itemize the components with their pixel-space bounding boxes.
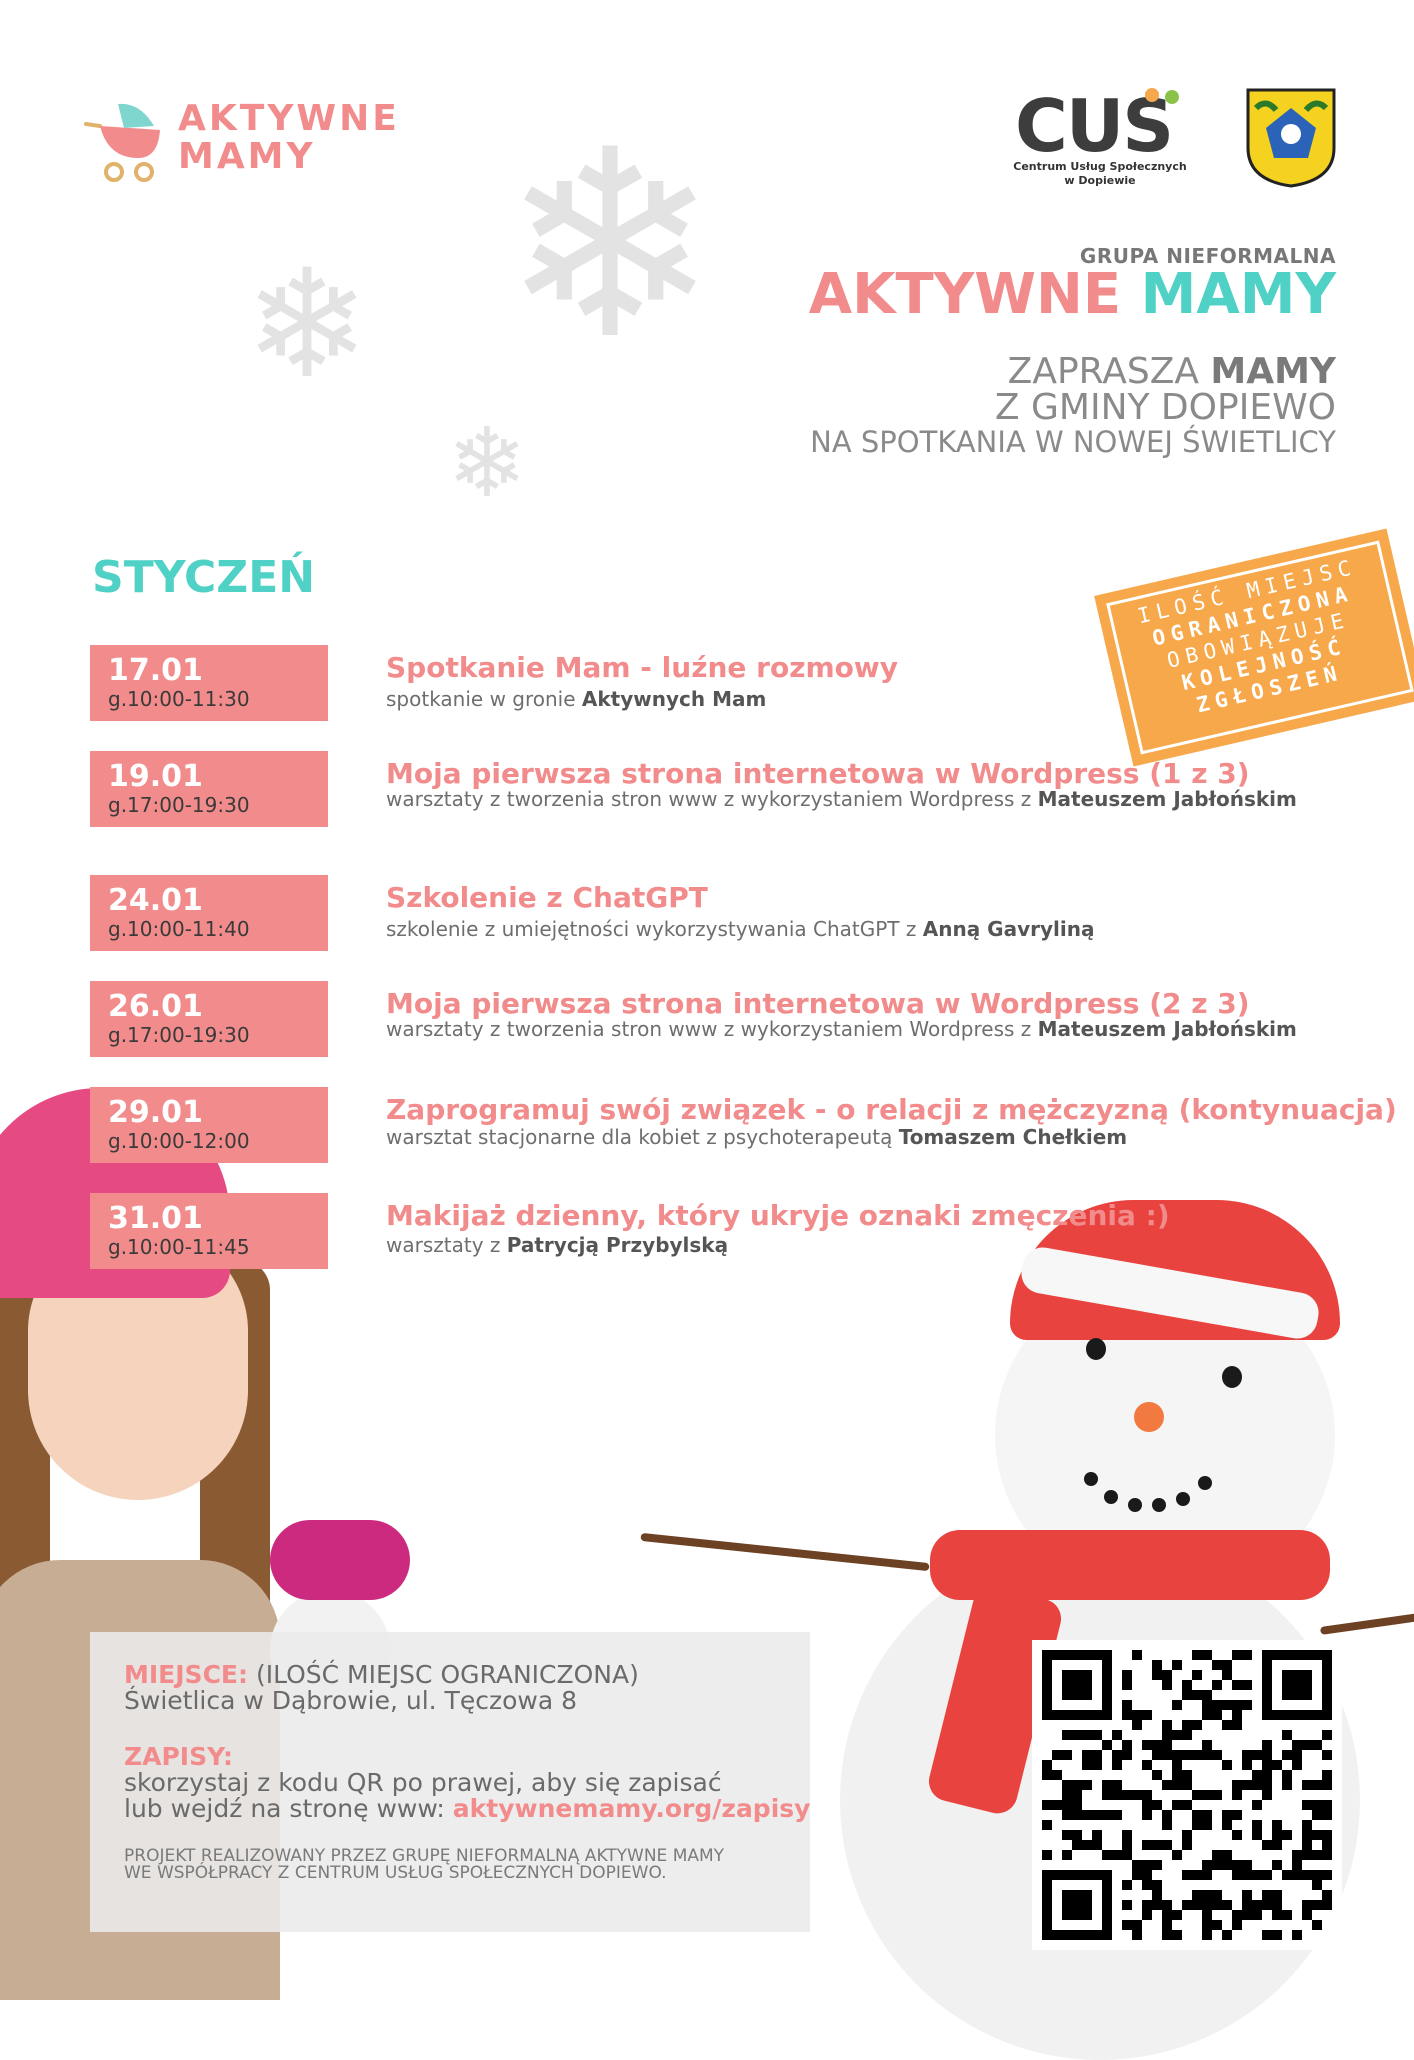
event-description: spotkanie w gronie Aktywnych Mam bbox=[386, 687, 767, 711]
logo-text: AKTYWNE MAMY bbox=[178, 100, 400, 176]
event-title: Moja pierwsza strona internetowa w Wordp… bbox=[386, 987, 1250, 1020]
event-time: g.17:00-19:30 bbox=[108, 793, 250, 817]
logo-line-2: MAMY bbox=[178, 136, 316, 177]
event-row: 29.01 g.10:00-12:00 Zaprogramuj swój zwi… bbox=[90, 1087, 1397, 1165]
snowman-nose bbox=[1134, 1402, 1164, 1432]
cus-subtitle: Centrum Usług Społecznych w Dopiewie bbox=[1013, 160, 1187, 187]
event-date-box: 31.01 g.10:00-11:45 bbox=[90, 1193, 328, 1269]
logo bbox=[78, 96, 168, 186]
snowflake-medium-icon: ❄ bbox=[244, 238, 370, 412]
glove bbox=[270, 1520, 410, 1600]
snowman-mouth-dot bbox=[1084, 1472, 1098, 1486]
snowman-mouth-dot bbox=[1198, 1476, 1212, 1490]
event-date: 29.01 bbox=[108, 1095, 203, 1130]
snowman-mouth-dot bbox=[1128, 1498, 1142, 1512]
snowman-mouth-dot bbox=[1176, 1492, 1190, 1506]
snowflake-small-icon: ❄ bbox=[446, 407, 528, 519]
title-word-1: AKTYWNE bbox=[808, 262, 1122, 327]
signup-label: ZAPISY: bbox=[124, 1742, 234, 1771]
event-title: Makijaż dzienny, który ukryje oznaki zmę… bbox=[386, 1199, 1170, 1232]
place-value: Świetlica w Dąbrowie, ul. Tęczowa 8 bbox=[124, 1686, 577, 1715]
info-panel: MIEJSCE: (ILOŚĆ MIEJSC OGRANICZONA) Świe… bbox=[90, 1632, 810, 1932]
gmina-crest-icon bbox=[1246, 88, 1336, 188]
event-time: g.10:00-11:45 bbox=[108, 1235, 250, 1259]
project-footer: PROJEKT REALIZOWANY PRZEZ GRUPĘ NIEFORMA… bbox=[124, 1846, 725, 1883]
event-date: 31.01 bbox=[108, 1201, 203, 1236]
page-title: AKTYWNE MAMY bbox=[809, 262, 1336, 327]
signup-link[interactable]: aktywnemamy.org/zapisy bbox=[453, 1794, 811, 1823]
month-heading: STYCZEŃ bbox=[92, 552, 316, 603]
snowman-mouth-dot bbox=[1104, 1490, 1118, 1504]
event-description: szkolenie z umiejętności wykorzystywania… bbox=[386, 917, 1095, 941]
invitation-text: ZAPRASZA MAMY Z GMINY DOPIEWO NA SPOTKAN… bbox=[810, 351, 1336, 459]
place-line: MIEJSCE: (ILOŚĆ MIEJSC OGRANICZONA) bbox=[124, 1660, 639, 1689]
title-word-2: MAMY bbox=[1140, 262, 1336, 327]
event-description: warsztaty z tworzenia stron www z wykorz… bbox=[386, 787, 1297, 811]
event-row: 17.01 g.10:00-11:30 Spotkanie Mam - luźn… bbox=[90, 645, 1340, 723]
event-time: g.10:00-11:40 bbox=[108, 917, 250, 941]
event-date: 24.01 bbox=[108, 883, 203, 918]
event-description: warsztat stacjonarne dla kobiet z psycho… bbox=[386, 1125, 1128, 1149]
event-row: 19.01 g.17:00-19:30 Moja pierwsza strona… bbox=[90, 751, 1340, 829]
snowman-mouth-dot bbox=[1152, 1498, 1166, 1512]
event-date-box: 19.01 g.17:00-19:30 bbox=[90, 751, 328, 827]
event-title: Spotkanie Mam - luźne rozmowy bbox=[386, 651, 899, 684]
stroller-icon bbox=[84, 103, 160, 182]
event-title: Zaprogramuj swój związek - o relacji z m… bbox=[386, 1093, 1397, 1126]
event-date-box: 26.01 g.17:00-19:30 bbox=[90, 981, 328, 1057]
event-date-box: 24.01 g.10:00-11:40 bbox=[90, 875, 328, 951]
signup-website: lub wejdź na stronę www: aktywnemamy.org… bbox=[124, 1794, 811, 1823]
cus-dots bbox=[1145, 88, 1185, 108]
event-date-box: 29.01 g.10:00-12:00 bbox=[90, 1087, 328, 1163]
event-description: warsztaty z Patrycją Przybylską bbox=[386, 1233, 729, 1257]
event-date: 26.01 bbox=[108, 989, 203, 1024]
event-time: g.10:00-11:30 bbox=[108, 687, 250, 711]
event-date: 17.01 bbox=[108, 653, 203, 688]
event-title: Moja pierwsza strona internetowa w Wordp… bbox=[386, 757, 1250, 790]
snowman-arm bbox=[640, 1532, 930, 1572]
event-description: warsztaty z tworzenia stron www z wykorz… bbox=[386, 1017, 1297, 1041]
event-time: g.17:00-19:30 bbox=[108, 1023, 250, 1047]
event-date-box: 17.01 g.10:00-11:30 bbox=[90, 645, 328, 721]
signup-instruction: skorzystaj z kodu QR po prawej, aby się … bbox=[124, 1768, 722, 1797]
event-time: g.10:00-12:00 bbox=[108, 1129, 250, 1153]
snowman-eye bbox=[1222, 1366, 1242, 1388]
snowman-arm bbox=[1319, 1613, 1414, 1635]
event-row: 31.01 g.10:00-11:45 Makijaż dzienny, któ… bbox=[90, 1193, 1340, 1271]
event-date: 19.01 bbox=[108, 759, 203, 794]
snowman-eye bbox=[1086, 1338, 1106, 1360]
logo-line-1: AKTYWNE bbox=[178, 98, 400, 139]
event-row: 26.01 g.17:00-19:30 Moja pierwsza strona… bbox=[90, 981, 1340, 1059]
snowflake-large-icon: ❄ bbox=[501, 95, 719, 397]
event-title: Szkolenie z ChatGPT bbox=[386, 881, 708, 914]
signup-qr-code[interactable] bbox=[1032, 1640, 1342, 1950]
event-row: 24.01 g.10:00-11:40 Szkolenie z ChatGPT … bbox=[90, 875, 1340, 953]
